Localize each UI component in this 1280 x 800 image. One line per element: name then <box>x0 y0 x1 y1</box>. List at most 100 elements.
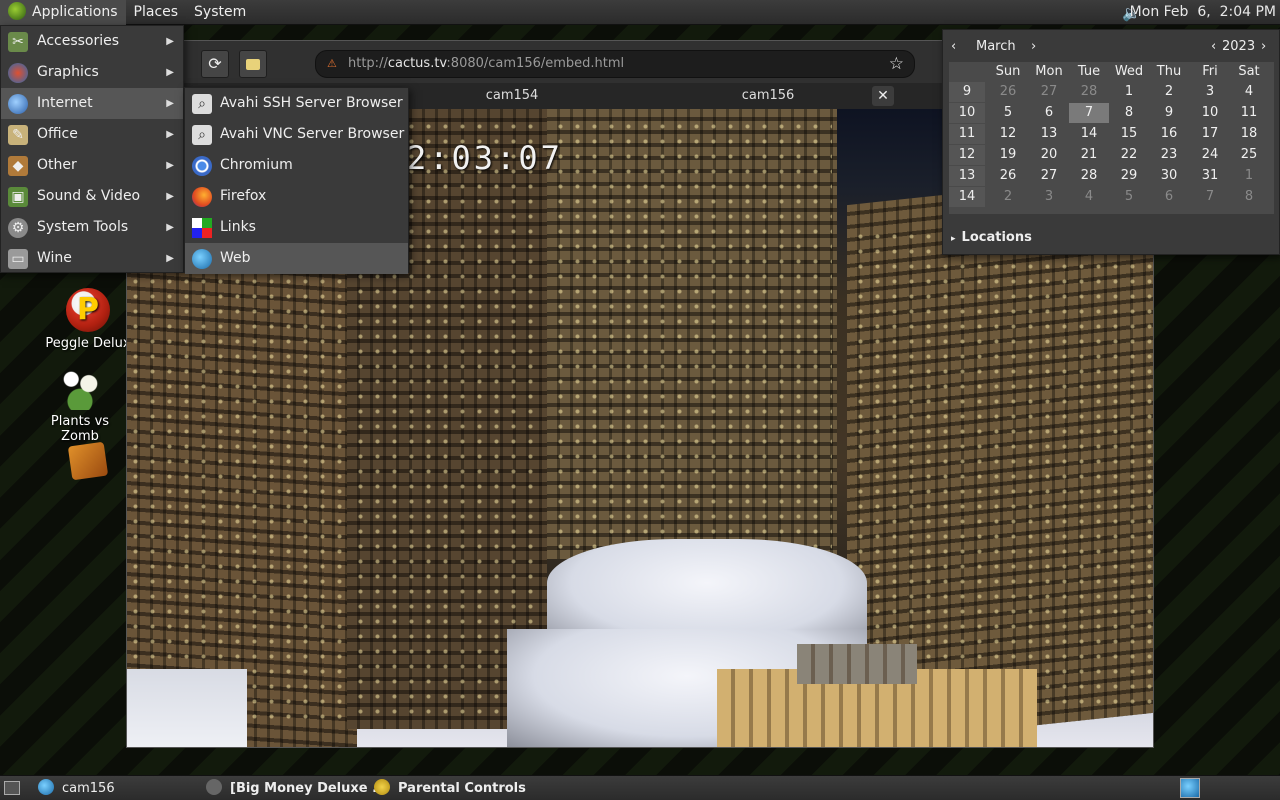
week-number: 9 <box>949 82 985 102</box>
places-menu[interactable]: Places <box>126 0 187 25</box>
desktop-icon-peggle[interactable]: P Peggle Delux <box>38 288 138 351</box>
weekday-header: Mon <box>1035 64 1063 79</box>
calendar-day[interactable]: 20 <box>1029 145 1069 165</box>
reload-button[interactable]: ⟳ <box>201 50 229 78</box>
menu-item-links[interactable]: Links <box>185 212 408 243</box>
submenu-arrow-icon: ▶ <box>166 67 174 78</box>
weekday-header: Tue <box>1077 64 1101 79</box>
calendar-day[interactable]: 3 <box>1190 82 1230 102</box>
calendar-day[interactable]: 19 <box>988 145 1028 165</box>
taskbar-item-cam156[interactable]: cam156 <box>38 776 115 800</box>
calendar-day[interactable]: 9 <box>1149 103 1189 123</box>
calendar-day[interactable]: 23 <box>1149 145 1189 165</box>
workspace-switcher[interactable] <box>1180 778 1200 798</box>
menu-item-office[interactable]: ✎ Office ▶ <box>1 119 183 150</box>
applications-menu[interactable]: Applications <box>0 0 126 25</box>
camera-timestamp: 2:03:07 <box>407 139 563 177</box>
calendar-day[interactable]: 6 <box>1029 103 1069 123</box>
calendar-day[interactable]: 11 <box>1229 103 1269 123</box>
calendar-day[interactable]: 27 <box>1029 82 1069 102</box>
taskbar-item-big-money[interactable]: [Big Money Deluxe ... <box>206 776 387 800</box>
calendar-popup: ‹ March › ‹ 2023 › Sun Mon Tue Wed Thu Fri Sat… <box>942 29 1280 255</box>
next-month-button[interactable]: › <box>1031 39 1036 54</box>
calendar-day[interactable]: 24 <box>1190 145 1230 165</box>
calendar-day[interactable]: 5 <box>988 103 1028 123</box>
calendar-day[interactable]: 7 <box>1069 103 1109 123</box>
calendar-day[interactable]: 5 <box>1109 187 1149 207</box>
submenu-arrow-icon: ▶ <box>166 98 174 109</box>
calendar-day[interactable]: 30 <box>1149 166 1189 186</box>
menu-item-avahi-ssh[interactable]: ⌕ Avahi SSH Server Browser <box>185 88 408 119</box>
show-desktop-button[interactable] <box>4 776 20 800</box>
menu-item-wine[interactable]: ▭ Wine ▶ <box>1 243 183 274</box>
prev-year-button[interactable]: ‹ <box>1211 39 1216 54</box>
other-icon: ◆ <box>8 156 28 176</box>
tab-cam156[interactable]: cam156 <box>643 83 893 109</box>
calendar-day[interactable]: 1 <box>1229 166 1269 186</box>
menu-item-firefox[interactable]: Firefox <box>185 181 408 212</box>
web-icon <box>192 249 212 269</box>
menu-item-graphics[interactable]: Graphics ▶ <box>1 57 183 88</box>
calendar-day[interactable]: 2 <box>1149 82 1189 102</box>
calendar-day[interactable]: 7 <box>1190 187 1230 207</box>
calendar-header: ‹ March › ‹ 2023 › <box>943 30 1279 62</box>
calendar-day[interactable]: 14 <box>1069 124 1109 144</box>
office-icon: ✎ <box>8 125 28 145</box>
new-window-button[interactable] <box>239 50 267 78</box>
applications-dropdown: ✂ Accessories ▶ Graphics ▶ Internet ▶ ✎ Offic… <box>0 25 184 273</box>
calendar-day[interactable]: 26 <box>988 166 1028 186</box>
menu-item-system-tools[interactable]: ⚙ System Tools ▶ <box>1 212 183 243</box>
menu-item-sound-video[interactable]: ▣ Sound & Video ▶ <box>1 181 183 212</box>
menu-item-accessories[interactable]: ✂ Accessories ▶ <box>1 26 183 57</box>
menu-item-chromium[interactable]: Chromium <box>185 150 408 181</box>
clock[interactable]: Mon Feb 6, 2:04 PM <box>1130 0 1280 25</box>
menu-item-avahi-vnc[interactable]: ⌕ Avahi VNC Server Browser <box>185 119 408 150</box>
calendar-day[interactable]: 8 <box>1109 103 1149 123</box>
week-number: 10 <box>949 103 985 123</box>
calendar-day[interactable]: 31 <box>1190 166 1230 186</box>
plants-icon <box>58 366 102 410</box>
bookmark-star-icon[interactable]: ☆ <box>889 51 904 77</box>
calendar-day[interactable]: 16 <box>1149 124 1189 144</box>
calendar-day[interactable]: 4 <box>1229 82 1269 102</box>
calendar-day[interactable]: 4 <box>1069 187 1109 207</box>
url-bar[interactable]: ⚠ http://cactus.tv:8080/cam156/embed.htm… <box>315 50 915 78</box>
calendar-day[interactable]: 2 <box>988 187 1028 207</box>
calendar-day[interactable]: 25 <box>1229 145 1269 165</box>
calendar-day[interactable]: 27 <box>1029 166 1069 186</box>
system-menu[interactable]: System <box>186 0 254 25</box>
calendar-day[interactable]: 1 <box>1109 82 1149 102</box>
tab-cam154[interactable]: cam154 <box>387 83 637 109</box>
calendar-day[interactable]: 26 <box>988 82 1028 102</box>
calendar-day[interactable]: 28 <box>1069 166 1109 186</box>
taskbar-item-parental-controls[interactable]: Parental Controls <box>374 776 526 800</box>
calendar-day[interactable]: 3 <box>1029 187 1069 207</box>
calendar-day[interactable]: 28 <box>1069 82 1109 102</box>
calendar-day[interactable]: 21 <box>1069 145 1109 165</box>
calendar-day[interactable]: 13 <box>1029 124 1069 144</box>
calendar-day[interactable]: 15 <box>1109 124 1149 144</box>
internet-icon <box>8 94 28 114</box>
calendar-day[interactable]: 10 <box>1190 103 1230 123</box>
menu-item-other[interactable]: ◆ Other ▶ <box>1 150 183 181</box>
calendar-day[interactable]: 18 <box>1229 124 1269 144</box>
calendar-day[interactable]: 6 <box>1149 187 1189 207</box>
weekday-header: Thu <box>1156 64 1182 79</box>
calendar-day[interactable]: 22 <box>1109 145 1149 165</box>
menu-item-web[interactable]: Web <box>185 243 408 274</box>
close-tab-button[interactable]: ✕ <box>872 86 894 106</box>
submenu-arrow-icon: ▶ <box>166 36 174 47</box>
calendar-day[interactable]: 29 <box>1109 166 1149 186</box>
desktop-icon-big-money[interactable] <box>38 441 138 482</box>
desktop-icon-plants-vs-zombies[interactable]: Plants vs Zomb <box>30 366 130 444</box>
submenu-arrow-icon: ▶ <box>166 222 174 233</box>
menu-item-internet[interactable]: Internet ▶ <box>1 88 183 119</box>
calendar-day[interactable]: 12 <box>988 124 1028 144</box>
submenu-arrow-icon: ▶ <box>166 129 174 140</box>
calendar-day[interactable]: 17 <box>1190 124 1230 144</box>
show-desktop-icon <box>4 781 20 795</box>
next-year-button[interactable]: › <box>1261 39 1266 54</box>
locations-expander[interactable]: ▸ Locations <box>951 230 1032 245</box>
prev-month-button[interactable]: ‹ <box>951 39 956 54</box>
calendar-day[interactable]: 8 <box>1229 187 1269 207</box>
